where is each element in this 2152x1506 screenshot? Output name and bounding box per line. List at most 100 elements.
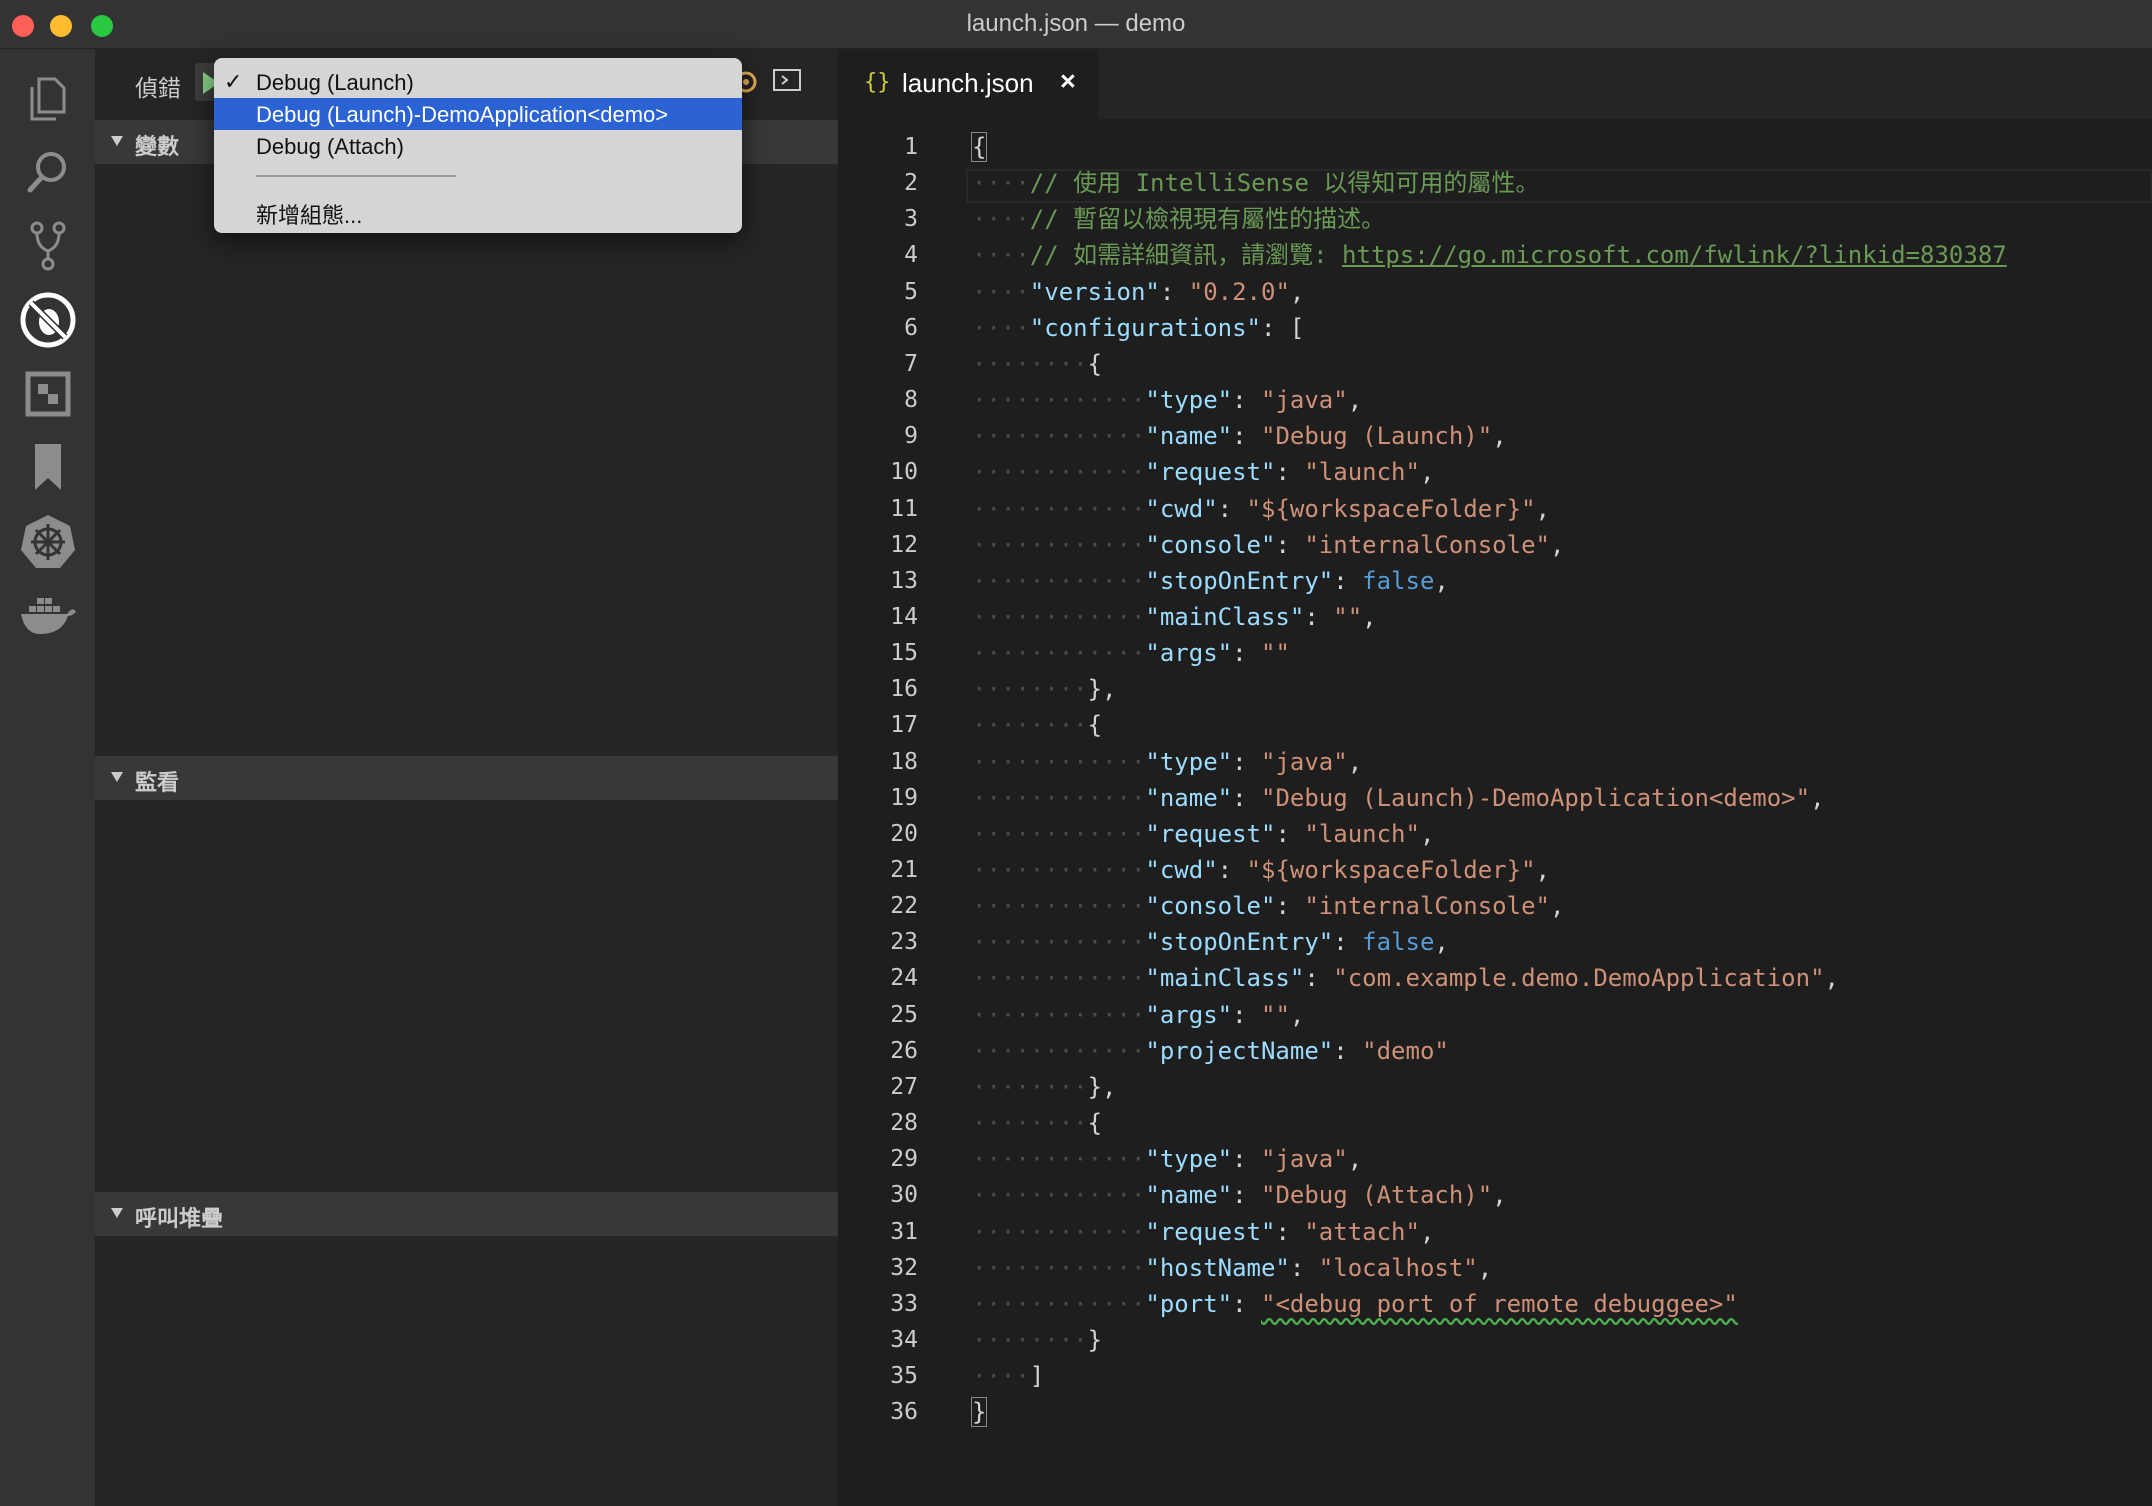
dropdown-item-debug-attach[interactable]: Debug (Attach): [214, 130, 742, 162]
line-number: 23: [890, 929, 918, 956]
code-token: {: [970, 132, 988, 162]
code-token: "launch": [1304, 819, 1420, 848]
debug-console-icon[interactable]: [772, 67, 802, 93]
collapse-triangle-icon: [111, 1208, 123, 1218]
code-line[interactable]: ············"request": "launch",: [972, 816, 1434, 852]
line-number: 27: [890, 1073, 918, 1100]
code-line[interactable]: ············"name": "Debug (Launch)-Demo…: [972, 780, 1825, 816]
whitespace-marker: ····: [972, 169, 1030, 198]
json-file-icon: {}: [864, 70, 891, 95]
code-line[interactable]: ············"args": "": [972, 635, 1290, 671]
code-token: "request": [1145, 458, 1276, 487]
code-token: :: [1232, 1145, 1261, 1174]
code-line[interactable]: ············"cwd": "${workspaceFolder}",: [972, 491, 1550, 527]
code-area[interactable]: 1{2 ····// 使用 IntelliSense 以得知可用的屬性。 3 ····…: [838, 119, 2152, 1449]
code-token: ,: [1289, 1000, 1305, 1029]
code-line[interactable]: ············"cwd": "${workspaceFolder}",: [972, 852, 1550, 888]
code-line[interactable]: ············"port": "<debug port of remo…: [972, 1286, 1738, 1322]
source-control-icon[interactable]: [0, 206, 95, 286]
code-line[interactable]: ············"mainClass": "com.example.de…: [972, 960, 1839, 996]
whitespace-marker: ············: [972, 422, 1146, 451]
code-token: :: [1333, 928, 1363, 957]
code-token: ,: [1347, 1145, 1363, 1174]
code-token: "demo": [1362, 1036, 1449, 1065]
code-token: "request": [1145, 1217, 1276, 1246]
line-number: 25: [890, 1001, 918, 1028]
code-token: "port": [1145, 1289, 1233, 1318]
code-line[interactable]: ········{: [972, 707, 1102, 743]
whitespace-marker: ········: [972, 711, 1088, 740]
code-token: // 如需詳細資訊，請瀏覽:: [1029, 241, 1343, 270]
code-line[interactable]: ····"configurations": [: [972, 310, 1304, 346]
code-token: :: [1232, 747, 1261, 776]
tab-launch-json[interactable]: {} launch.json ×: [838, 49, 1098, 119]
code-line[interactable]: ············"name": "Debug (Attach)",: [972, 1177, 1507, 1213]
code-line[interactable]: ············"request": "attach",: [972, 1214, 1434, 1250]
code-line[interactable]: ············"args": "",: [972, 997, 1304, 1033]
whitespace-marker: ····: [972, 241, 1030, 270]
code-line[interactable]: ····"version": "0.2.0",: [972, 274, 1304, 310]
bookmark-icon[interactable]: [0, 427, 95, 507]
line-number: 19: [890, 784, 918, 811]
docker-icon[interactable]: [0, 575, 95, 655]
code-token: ]: [1029, 1362, 1045, 1391]
line-number: 35: [890, 1363, 918, 1390]
code-line[interactable]: }: [970, 1394, 988, 1430]
line-number: 24: [890, 965, 918, 992]
code-line[interactable]: ············"stopOnEntry": false,: [972, 563, 1449, 599]
checkmark-icon: ✓: [224, 69, 243, 94]
code-line[interactable]: ············"type": "java",: [972, 382, 1362, 418]
code-line[interactable]: ············"mainClass": "",: [972, 599, 1377, 635]
code-line[interactable]: ········},: [972, 1069, 1117, 1105]
code-line[interactable]: {: [970, 129, 988, 165]
code-line[interactable]: ············"console": "internalConsole"…: [972, 527, 1564, 563]
code-line[interactable]: ········{: [972, 1105, 1102, 1141]
editor: {} launch.json × 1{2 ····// 使用 IntelliSen…: [838, 49, 2152, 1506]
code-token: ,: [1535, 494, 1550, 523]
debug-icon[interactable]: [0, 280, 95, 360]
code-line[interactable]: ····// 使用 IntelliSense 以得知可用的屬性。: [972, 165, 1539, 201]
code-token: "": [1261, 639, 1290, 668]
code-line[interactable]: ············"name": "Debug (Launch)",: [972, 418, 1507, 454]
code-token: "cwd": [1145, 856, 1218, 884]
code-token: ,: [1419, 458, 1435, 487]
watch-section-header[interactable]: 監看: [95, 756, 838, 800]
kubernetes-icon[interactable]: [0, 501, 95, 581]
call-stack-section-header[interactable]: 呼叫堆疊: [95, 1192, 838, 1236]
search-icon[interactable]: [0, 132, 95, 212]
code-line[interactable]: ············"request": "launch",: [972, 454, 1434, 490]
code-line[interactable]: ············"projectName": "demo": [972, 1033, 1449, 1069]
code-token: :: [1333, 1036, 1363, 1065]
code-token: "name": [1145, 422, 1233, 451]
code-token: "attach": [1304, 1217, 1420, 1246]
code-line[interactable]: ············"console": "internalConsole"…: [972, 888, 1564, 924]
code-token: "cwd": [1145, 494, 1218, 523]
code-token: "projectName": [1145, 1036, 1334, 1065]
dropdown-item-debug-launch[interactable]: ✓ Debug (Launch): [214, 66, 742, 98]
code-token: "console": [1145, 530, 1276, 559]
code-token: "internalConsole": [1304, 892, 1550, 921]
dropdown-item-debug-launch-demoapplication[interactable]: Debug (Launch)-DemoApplication<demo>: [214, 98, 742, 130]
code-line[interactable]: ····// 如需詳細資訊，請瀏覽: https://go.microsoft.…: [972, 237, 2007, 273]
extensions-icon[interactable]: [0, 354, 95, 434]
code-line[interactable]: ············"stopOnEntry": false,: [972, 924, 1449, 960]
code-token: ,: [1289, 277, 1305, 306]
code-token: :: [1304, 602, 1334, 631]
whitespace-marker: ········: [972, 675, 1088, 704]
line-number: 2: [904, 170, 918, 197]
code-line[interactable]: ········}: [972, 1322, 1102, 1358]
code-token: : [: [1260, 313, 1305, 342]
code-line[interactable]: ········},: [972, 671, 1117, 707]
code-line[interactable]: ············"type": "java",: [972, 1141, 1362, 1177]
whitespace-marker: ············: [972, 386, 1146, 415]
code-line[interactable]: ············"type": "java",: [972, 744, 1362, 780]
code-line[interactable]: ····]: [972, 1358, 1044, 1394]
whitespace-marker: ············: [972, 458, 1146, 487]
close-icon[interactable]: ×: [1060, 66, 1076, 97]
whitespace-marker: ····: [972, 205, 1030, 234]
explorer-icon[interactable]: [0, 59, 95, 139]
dropdown-item-add-configuration[interactable]: 新增組態...: [214, 194, 742, 228]
code-line[interactable]: ········{: [972, 346, 1102, 382]
code-line[interactable]: ····// 暫留以檢視現有屬性的描述。: [972, 201, 1385, 237]
code-line[interactable]: ············"hostName": "localhost",: [972, 1250, 1492, 1286]
